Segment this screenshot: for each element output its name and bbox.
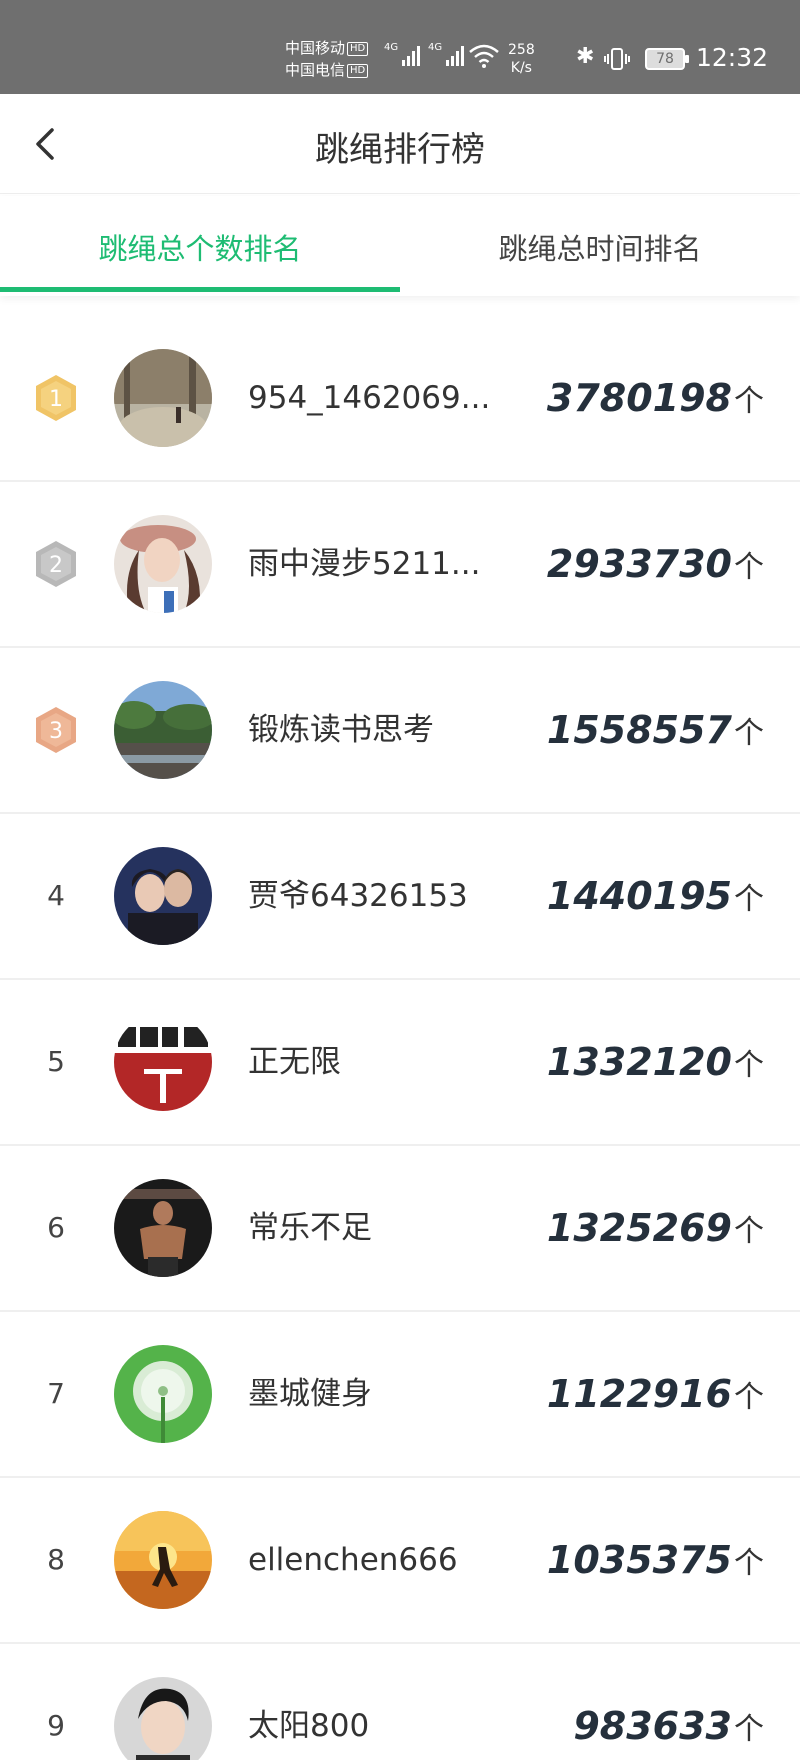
rank-number: 8: [47, 1543, 65, 1576]
jump-count: 2933730个: [546, 542, 764, 586]
carrier-1: 中国移动: [285, 39, 346, 57]
ranking-row[interactable]: 1 954_1462069... 3780198个: [0, 316, 800, 482]
jump-count: 3780198个: [546, 376, 764, 420]
jump-count: 1558557个: [546, 708, 764, 752]
ranking-row[interactable]: 5 正无限 1332120个: [0, 980, 800, 1146]
rank-number: 4: [47, 879, 65, 912]
jump-count: 1035375个: [546, 1538, 764, 1582]
user-name: 雨中漫步5211...: [248, 546, 481, 582]
rank-number: 7: [47, 1377, 65, 1410]
avatar[interactable]: [114, 1677, 212, 1760]
network-speed: 258 K/s: [508, 42, 535, 76]
tab-total-time[interactable]: 跳绳总时间排名: [400, 226, 800, 268]
user-name: 锻炼读书思考: [248, 712, 434, 748]
jump-count: 983633个: [573, 1704, 764, 1748]
vibrate-icon: [604, 48, 630, 70]
bluetooth-icon: ✱: [576, 44, 595, 69]
active-tab-indicator: [0, 287, 400, 292]
signal-icon: 4G: [428, 42, 465, 66]
ranking-row[interactable]: 3 锻炼读书思考 1558557个: [0, 648, 800, 814]
avatar[interactable]: [114, 1511, 212, 1609]
ranking-row[interactable]: 7 墨城健身 1122916个: [0, 1312, 800, 1478]
user-name: 常乐不足: [248, 1210, 372, 1246]
silver-medal-icon: 2: [36, 541, 76, 587]
carrier-info: 中国移动 HD 中国电信 HD: [285, 37, 369, 81]
carrier-2: 中国电信: [285, 61, 346, 79]
ranking-row[interactable]: 9 太阳800 983633个: [0, 1644, 800, 1760]
page-title: 跳绳排行榜: [315, 130, 485, 170]
ranking-row[interactable]: 6 常乐不足 1325269个: [0, 1146, 800, 1312]
jump-count: 1325269个: [546, 1206, 764, 1250]
bronze-medal-icon: 3: [36, 707, 76, 753]
clock: 12:32: [696, 43, 769, 72]
status-bar: 中国移动 HD 中国电信 HD 4G 4G 258 K/s ✱ 78 12:32: [0, 0, 800, 94]
jump-count: 1122916个: [546, 1372, 764, 1416]
user-name: 太阳800: [248, 1708, 370, 1744]
tab-bar: 跳绳总个数排名 跳绳总时间排名: [0, 196, 800, 296]
avatar[interactable]: [114, 349, 212, 447]
user-name: 正无限: [248, 1044, 341, 1080]
wifi-icon: [469, 44, 499, 68]
gold-medal-icon: 1: [36, 375, 76, 421]
avatar[interactable]: [114, 1345, 212, 1443]
jump-count: 1332120个: [546, 1040, 764, 1084]
svg-text:2: 2: [49, 553, 63, 578]
hd-badge: HD: [347, 64, 369, 78]
avatar[interactable]: [114, 1179, 212, 1277]
user-name: 954_1462069...: [248, 380, 491, 416]
avatar[interactable]: [114, 515, 212, 613]
user-name: ellenchen666: [248, 1542, 458, 1578]
ranking-row[interactable]: 4 贾爷64326153 1440195个: [0, 814, 800, 980]
avatar[interactable]: [114, 681, 212, 779]
rank-number: 9: [47, 1709, 65, 1742]
nav-bar: 跳绳排行榜: [0, 94, 800, 194]
avatar[interactable]: [114, 1013, 212, 1111]
jump-count: 1440195个: [546, 874, 764, 918]
hd-badge: HD: [347, 42, 369, 56]
tab-total-count[interactable]: 跳绳总个数排名: [0, 226, 400, 268]
svg-text:1: 1: [49, 387, 63, 412]
rank-number: 6: [47, 1211, 65, 1244]
rank-number: 5: [47, 1045, 65, 1078]
avatar[interactable]: [114, 847, 212, 945]
svg-text:3: 3: [49, 719, 63, 744]
battery-icon: 78: [645, 48, 689, 70]
user-name: 墨城健身: [248, 1376, 372, 1412]
signal-icon: 4G: [384, 42, 421, 66]
user-name: 贾爷64326153: [248, 878, 468, 914]
ranking-row[interactable]: 2 雨中漫步5211... 2933730个: [0, 482, 800, 648]
ranking-row[interactable]: 8 ellenchen666 1035375个: [0, 1478, 800, 1644]
